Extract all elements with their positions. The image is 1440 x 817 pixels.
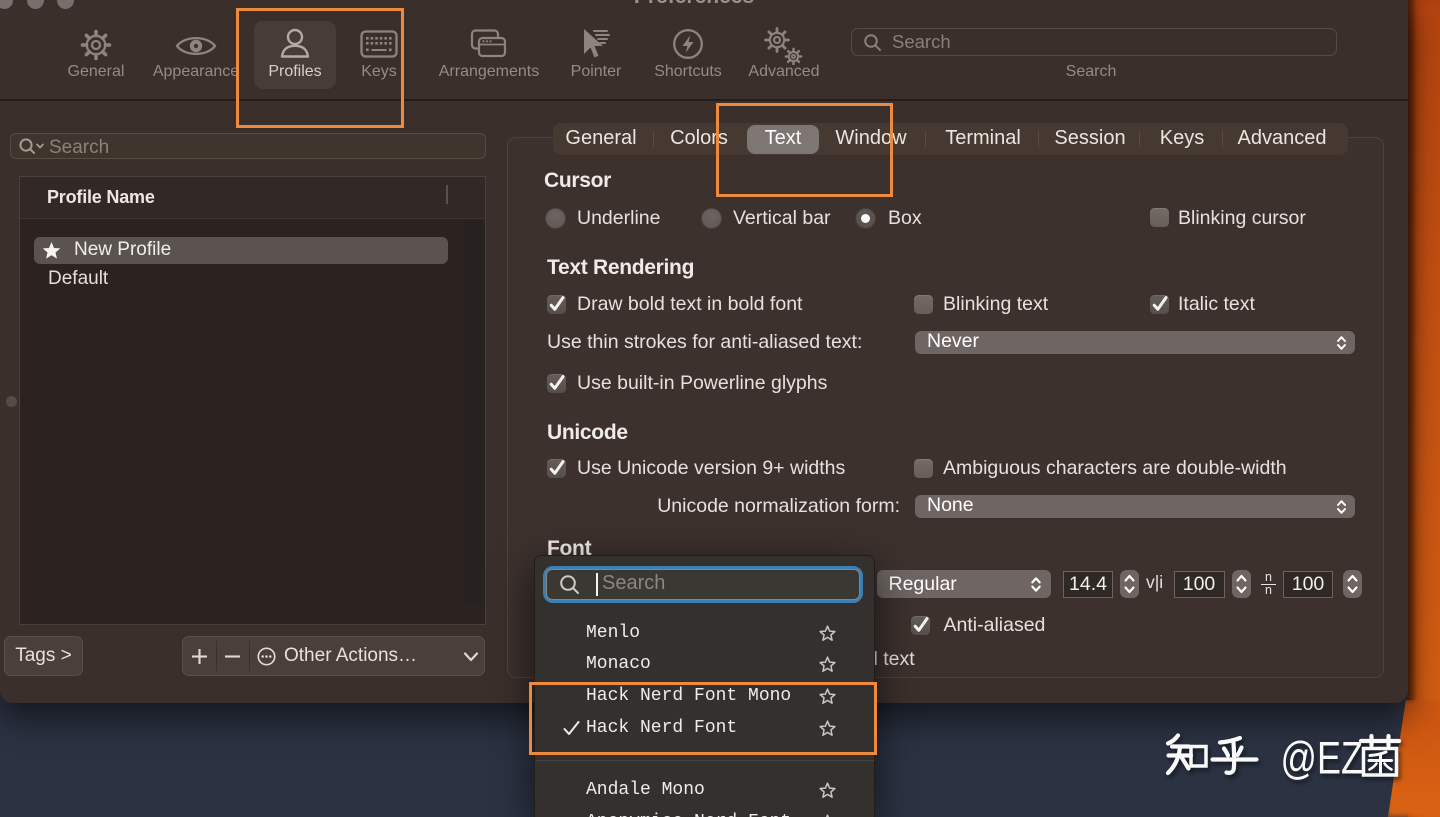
svg-text:@EZ: @EZ <box>1281 732 1363 783</box>
